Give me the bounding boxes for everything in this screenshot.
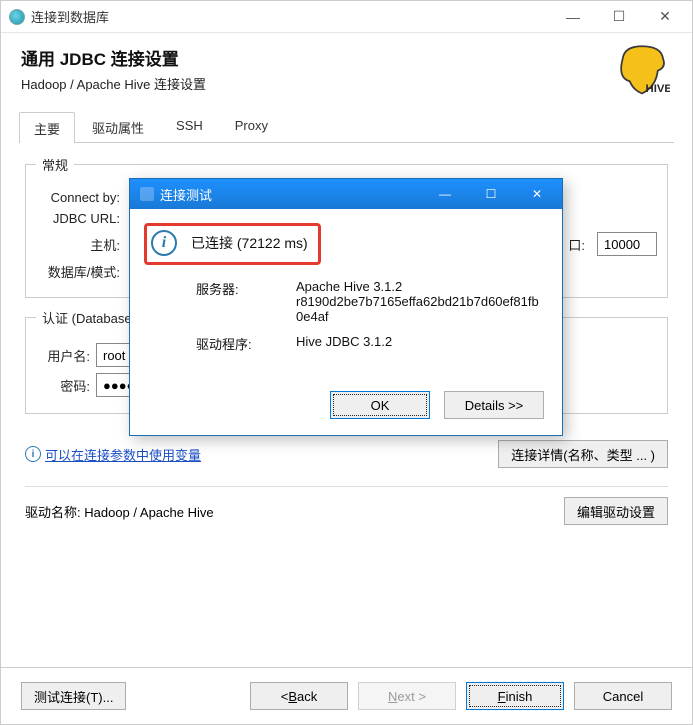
dialog-title: 连接测试 (160, 185, 422, 204)
minimize-button[interactable]: — (550, 1, 596, 33)
titlebar: 连接到数据库 — ☐ ✕ (1, 1, 692, 33)
connection-test-dialog: 连接测试 — ☐ ✕ i 已连接 (72122 ms) 服务器: Apache … (129, 178, 563, 436)
maximize-button[interactable]: ☐ (596, 1, 642, 33)
window-title: 连接到数据库 (31, 7, 550, 26)
back-button[interactable]: < Back (250, 682, 348, 710)
password-label: 密码: (36, 376, 90, 395)
header: 通用 JDBC 连接设置 Hadoop / Apache Hive 连接设置 H… (1, 33, 692, 101)
svg-text:HIVE: HIVE (646, 83, 671, 95)
page-subtitle: Hadoop / Apache Hive 连接设置 (21, 74, 672, 93)
dialog-message: 已连接 (72122 ms) (191, 233, 308, 253)
jdbc-url-label: JDBC URL: (36, 211, 120, 226)
details-button[interactable]: Details >> (444, 391, 544, 419)
dialog-icon (140, 187, 154, 201)
cancel-button[interactable]: Cancel (574, 682, 672, 710)
dialog-close-button[interactable]: ✕ (514, 179, 560, 209)
dialog-body: i 已连接 (72122 ms) 服务器: Apache Hive 3.1.2 … (130, 209, 562, 381)
info-circle-icon: i (151, 230, 177, 256)
driver-value: Hive JDBC 3.1.2 (296, 334, 544, 353)
edit-driver-button[interactable]: 编辑驱动设置 (564, 497, 668, 525)
test-connection-button[interactable]: 测试连接(T)... (21, 682, 126, 710)
dialog-message-callout: i 已连接 (72122 ms) (144, 223, 321, 265)
finish-button[interactable]: Finish (466, 682, 564, 710)
general-legend: 常规 (36, 155, 74, 174)
hive-logo-icon: HIVE (614, 41, 670, 97)
tabs: 主要 驱动属性 SSH Proxy (19, 111, 674, 143)
page-title: 通用 JDBC 连接设置 (21, 45, 672, 70)
bottom-bar: 测试连接(T)... < Back Next > Finish Cancel (1, 667, 692, 724)
server-label: 服务器: (196, 279, 286, 324)
driver-name-label: 驱动名称: (25, 505, 81, 520)
variables-link[interactable]: 可以在连接参数中使用变量 (45, 445, 201, 464)
app-icon (9, 9, 25, 25)
tab-driver-props[interactable]: 驱动属性 (77, 111, 159, 142)
close-button[interactable]: ✕ (642, 1, 688, 33)
server-value: Apache Hive 3.1.2 r8190d2be7b7165effa62b… (296, 279, 544, 324)
database-label: 数据库/模式: (36, 262, 120, 281)
tab-ssh[interactable]: SSH (161, 111, 218, 142)
dialog-buttons: OK Details >> (130, 381, 562, 435)
port-label: 口: (568, 235, 585, 254)
driver-label: 驱动程序: (196, 334, 286, 353)
auth-legend: 认证 (Database (36, 308, 138, 327)
ok-button[interactable]: OK (330, 391, 430, 419)
connection-details-button[interactable]: 连接详情(名称、类型 ... ) (498, 440, 668, 468)
tab-main[interactable]: 主要 (19, 112, 75, 143)
driver-name-value: Hadoop / Apache Hive (84, 505, 213, 520)
info-icon: i (25, 446, 41, 462)
dialog-minimize-button[interactable]: — (422, 179, 468, 209)
port-input[interactable] (597, 232, 657, 256)
dialog-maximize-button[interactable]: ☐ (468, 179, 514, 209)
driver-row: 驱动名称: Hadoop / Apache Hive 编辑驱动设置 (25, 486, 668, 529)
main-window: 连接到数据库 — ☐ ✕ 通用 JDBC 连接设置 Hadoop / Apach… (0, 0, 693, 725)
username-label: 用户名: (36, 346, 90, 365)
dialog-details: 服务器: Apache Hive 3.1.2 r8190d2be7b7165ef… (196, 279, 544, 353)
tab-proxy[interactable]: Proxy (220, 111, 283, 142)
connect-by-label: Connect by: (36, 190, 120, 205)
next-button: Next > (358, 682, 456, 710)
dialog-titlebar: 连接测试 — ☐ ✕ (130, 179, 562, 209)
host-label: 主机: (36, 235, 120, 254)
